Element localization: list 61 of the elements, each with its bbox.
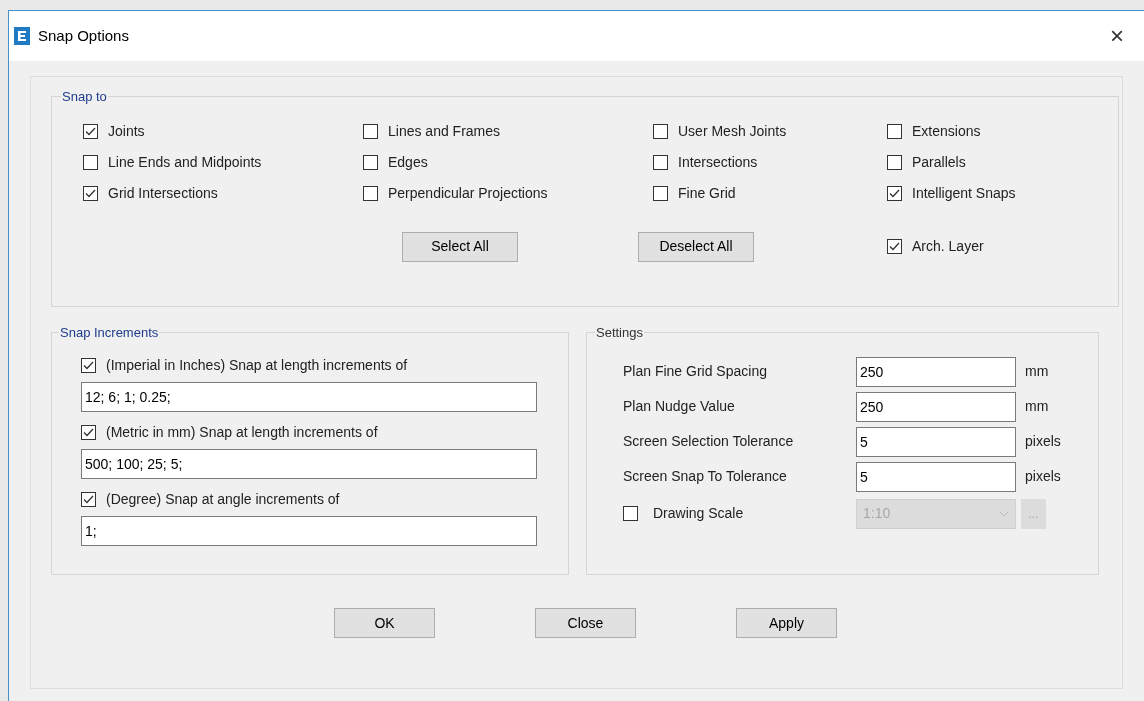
checkbox[interactable] xyxy=(363,185,378,201)
checkbox-label: Drawing Scale xyxy=(653,504,744,523)
select-all-button[interactable]: Select All xyxy=(402,231,518,262)
checkbox[interactable] xyxy=(623,506,638,521)
unit-label: mm xyxy=(1025,362,1049,381)
checkbox-label: Intelligent Snaps xyxy=(912,183,1016,203)
checkbox-label: User Mesh Joints xyxy=(678,121,787,141)
checkbox-label: Arch. Layer xyxy=(912,237,984,256)
unit-label: mm xyxy=(1025,397,1049,416)
unit-label: pixels xyxy=(1025,467,1061,486)
deselect-all-button[interactable]: Deselect All xyxy=(638,231,754,262)
group-title: Snap Increments xyxy=(59,324,160,342)
checkbox-label: Parallels xyxy=(912,152,966,172)
setting-label: Plan Fine Grid Spacing xyxy=(623,362,768,381)
input-field[interactable]: 250 xyxy=(856,356,1016,387)
checkbox[interactable] xyxy=(81,357,96,373)
input-field[interactable]: 1; xyxy=(81,515,537,546)
checkbox[interactable] xyxy=(81,424,96,440)
checkbox-label: Grid Intersections xyxy=(108,183,218,203)
window-title: Snap Options xyxy=(38,25,129,46)
checkbox[interactable] xyxy=(887,123,902,139)
checkbox-label: (Imperial in Inches) Snap at length increments of xyxy=(106,355,408,375)
checkbox[interactable] xyxy=(363,154,378,170)
caret-icon xyxy=(999,510,1009,517)
setting-label: Screen Snap To Tolerance xyxy=(623,467,788,486)
checkbox[interactable] xyxy=(83,154,98,170)
input-field[interactable]: 250 xyxy=(856,391,1016,422)
input-field[interactable]: 12; 6; 1; 0.25; xyxy=(81,381,537,412)
checkbox-label: (Degree) Snap at angle increments of xyxy=(106,489,340,509)
close-button[interactable]: × xyxy=(1102,21,1132,51)
group-title: Settings xyxy=(595,324,644,342)
dialog-button[interactable]: Close xyxy=(535,608,636,638)
checkbox-label: Line Ends and Midpoints xyxy=(108,152,262,172)
checkbox[interactable] xyxy=(363,123,378,139)
unit-label: pixels xyxy=(1025,432,1061,451)
checkbox[interactable] xyxy=(887,185,902,201)
input-field[interactable]: 5 xyxy=(856,426,1016,457)
input-field[interactable]: 500; 100; 25; 5; xyxy=(81,448,537,479)
checkbox[interactable] xyxy=(653,123,668,139)
checkbox[interactable] xyxy=(653,185,668,201)
group-title: Snap to xyxy=(61,88,108,106)
app-logo-icon xyxy=(14,27,30,45)
checkbox-label: (Metric in mm) Snap at length increments of xyxy=(106,422,378,442)
checkbox[interactable] xyxy=(887,239,902,254)
checkbox[interactable] xyxy=(653,154,668,170)
dialog-button[interactable]: Apply xyxy=(736,608,837,638)
setting-label: Plan Nudge Value xyxy=(623,397,736,416)
checkbox[interactable] xyxy=(887,154,902,170)
dialog-button[interactable]: OK xyxy=(334,608,435,638)
checkbox-label: Joints xyxy=(108,121,145,141)
checkbox-label: Intersections xyxy=(678,152,758,172)
checkbox[interactable] xyxy=(83,123,98,139)
checkbox-label: Fine Grid xyxy=(678,183,736,203)
checkbox-label: Lines and Frames xyxy=(388,121,501,141)
checkbox[interactable] xyxy=(83,185,98,201)
checkbox-label: Extensions xyxy=(912,121,981,141)
input-field[interactable]: 5 xyxy=(856,461,1016,492)
checkbox[interactable] xyxy=(81,491,96,507)
setting-label: Screen Selection Tolerance xyxy=(623,432,795,451)
checkbox-label: Edges xyxy=(388,152,428,172)
checkbox-label: Perpendicular Projections xyxy=(388,183,548,203)
